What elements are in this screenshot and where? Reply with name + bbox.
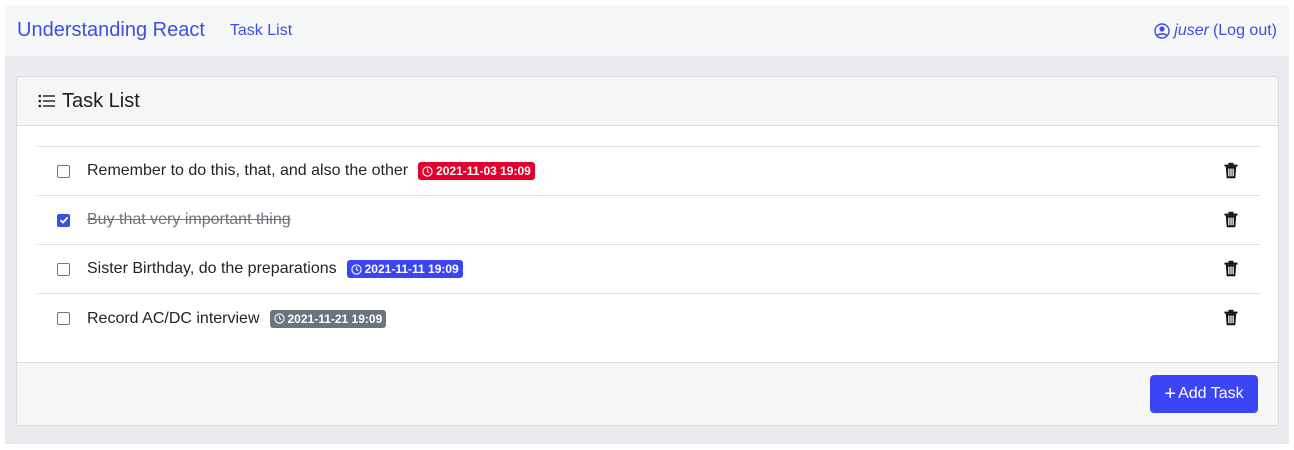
add-task-label: Add Task [1178,385,1244,402]
task-text: Record AC/DC interview [87,309,260,327]
trash-icon[interactable] [1224,260,1238,277]
card-footer: + Add Task [17,362,1278,425]
task-checkbox[interactable] [57,312,70,325]
add-task-button[interactable]: + Add Task [1150,375,1258,413]
task-text: Sister Birthday, do the preparations [87,260,337,277]
task-checkbox[interactable] [57,262,70,276]
plus-icon: + [1164,383,1177,405]
nav-link-task-list[interactable]: Task List [230,22,292,40]
list-icon [38,94,55,108]
brand-link[interactable]: Understanding React [17,19,205,42]
task-text: Remember to do this, that, and also the … [87,162,409,179]
card-title: Task List [62,89,140,112]
trash-icon[interactable] [1224,309,1238,326]
top-navbar: Understanding React Task List juser (Log… [5,5,1289,56]
clock-icon [350,263,362,275]
due-date-text: 2021-11-03 19:09 [436,164,531,178]
logout-link[interactable]: (Log out) [1213,22,1277,40]
due-date-badge: 2021-11-11 19:09 [346,260,463,278]
trash-icon[interactable] [1224,211,1238,228]
task-list-card: Task List Remember to do this, that, and… [16,76,1279,426]
card-body: Remember to do this, that, and also the … [17,126,1278,362]
user-name: juser [1174,21,1209,39]
main-area: Task List Remember to do this, that, and… [5,56,1289,444]
task-row: Buy that very important thing [37,196,1260,245]
task-list: Remember to do this, that, and also the … [37,146,1260,343]
task-checkbox[interactable] [57,164,70,178]
user-area: juser (Log out) [1154,22,1277,40]
due-date-badge: 2021-11-03 19:09 [418,162,535,180]
task-row: Sister Birthday, do the preparations 2021… [37,245,1260,294]
task-checkbox[interactable] [57,213,70,227]
due-date-text: 2021-11-21 19:09 [287,311,383,326]
trash-icon[interactable] [1224,162,1238,179]
task-text: Buy that very important thing [87,211,291,228]
person-circle-icon [1154,22,1170,39]
task-row: Record AC/DC interview 2021-11-21 19:09 [37,294,1260,343]
card-header: Task List [17,77,1278,126]
due-date-badge: 2021-11-21 19:09 [269,309,387,328]
task-row: Remember to do this, that, and also the … [37,147,1260,196]
clock-icon [273,313,285,324]
clock-icon [422,165,433,177]
due-date-text: 2021-11-11 19:09 [364,262,459,276]
